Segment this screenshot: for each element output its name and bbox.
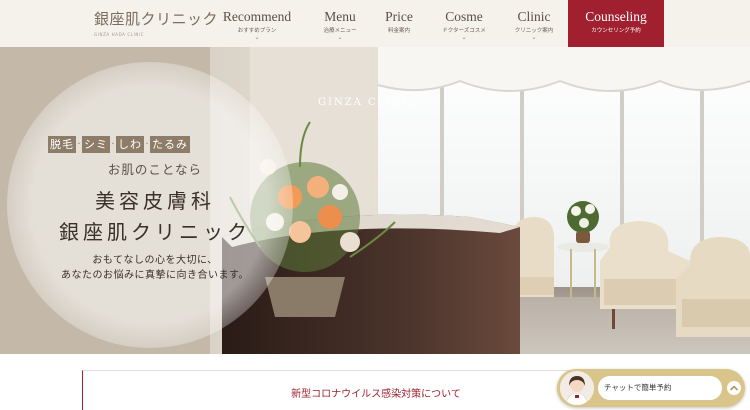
nav-main-label: Clinic [517, 9, 551, 24]
chevron-up-icon[interactable] [727, 381, 741, 395]
tag-spots: シミ [82, 136, 110, 153]
logo-text: 銀座肌クリニック [94, 10, 219, 28]
nav-sub-label: クリニック案内 [514, 28, 554, 34]
nav-main-label: Cosme [445, 9, 483, 24]
cta-sub-label: カウンセリング予約 [591, 28, 641, 34]
nav-price[interactable]: Price 料金案内 [376, 0, 422, 47]
hero-copy: 脱毛 · シミ · しわ · たるみ お肌のことなら 美容皮膚科 銀座肌クリニック おもてな… [0, 47, 750, 354]
concern-tags: 脱毛 · シミ · しわ · たるみ [48, 136, 190, 154]
nav-clinic[interactable]: Clinic クリニック案内 ⌄ [508, 0, 560, 47]
hero-section: GINZA CLINIC 脱毛 · シミ · しわ · たるみ お肌のことなら … [0, 47, 750, 354]
hero-description-line1: おもてなしの心を大切に、 [92, 255, 218, 266]
logo-subtext: GINZA HADA CLINIC [94, 32, 145, 37]
chat-label: チャットで簡単予約 [604, 383, 672, 392]
tag-sagging: たるみ [150, 136, 190, 153]
counseling-button[interactable]: Counseling カウンセリング予約 [568, 0, 664, 47]
nav-main-label: Menu [324, 9, 356, 24]
nav-sub-label: 治療メニュー [323, 28, 357, 34]
chevron-down-icon: ⌄ [337, 34, 343, 41]
site-header: 銀座肌クリニック GINZA HADA CLINIC Recommend おすす… [0, 0, 750, 47]
nav-cosme[interactable]: Cosme ドクターズコスメ ⌄ [433, 0, 495, 47]
hero-lead: お肌のことなら [107, 162, 203, 177]
tag-wrinkles: しわ [116, 136, 144, 153]
chat-widget[interactable]: チャットで簡単予約 [557, 369, 745, 407]
nav-sub-label: おすすめプラン [237, 28, 277, 34]
hero-title-line2: 銀座肌クリニック [59, 220, 251, 244]
chevron-down-icon: ⌄ [254, 34, 260, 41]
chevron-down-icon: ⌄ [531, 34, 537, 41]
cta-main-label: Counseling [585, 9, 647, 24]
chevron-down-icon: ⌄ [461, 34, 467, 41]
site-logo[interactable]: 銀座肌クリニック GINZA HADA CLINIC [94, 8, 219, 37]
staff-avatar-icon [560, 371, 594, 405]
hero-description-line2: あなたのお悩みに真摯に向き合います。 [61, 270, 249, 281]
nav-sub-label: 料金案内 [387, 28, 410, 34]
hero-title-line1: 美容皮膚科 [95, 189, 215, 213]
nav-main-label: Price [385, 9, 413, 24]
chat-booking-button[interactable]: チャットで簡単予約 [598, 376, 722, 400]
nav-menu[interactable]: Menu 治療メニュー ⌄ [312, 0, 368, 47]
tag-hair-removal: 脱毛 [48, 136, 76, 153]
nav-recommend[interactable]: Recommend おすすめプラン ⌄ [214, 0, 300, 47]
nav-sub-label: ドクターズコスメ [442, 28, 486, 34]
nav-main-label: Recommend [222, 9, 292, 24]
